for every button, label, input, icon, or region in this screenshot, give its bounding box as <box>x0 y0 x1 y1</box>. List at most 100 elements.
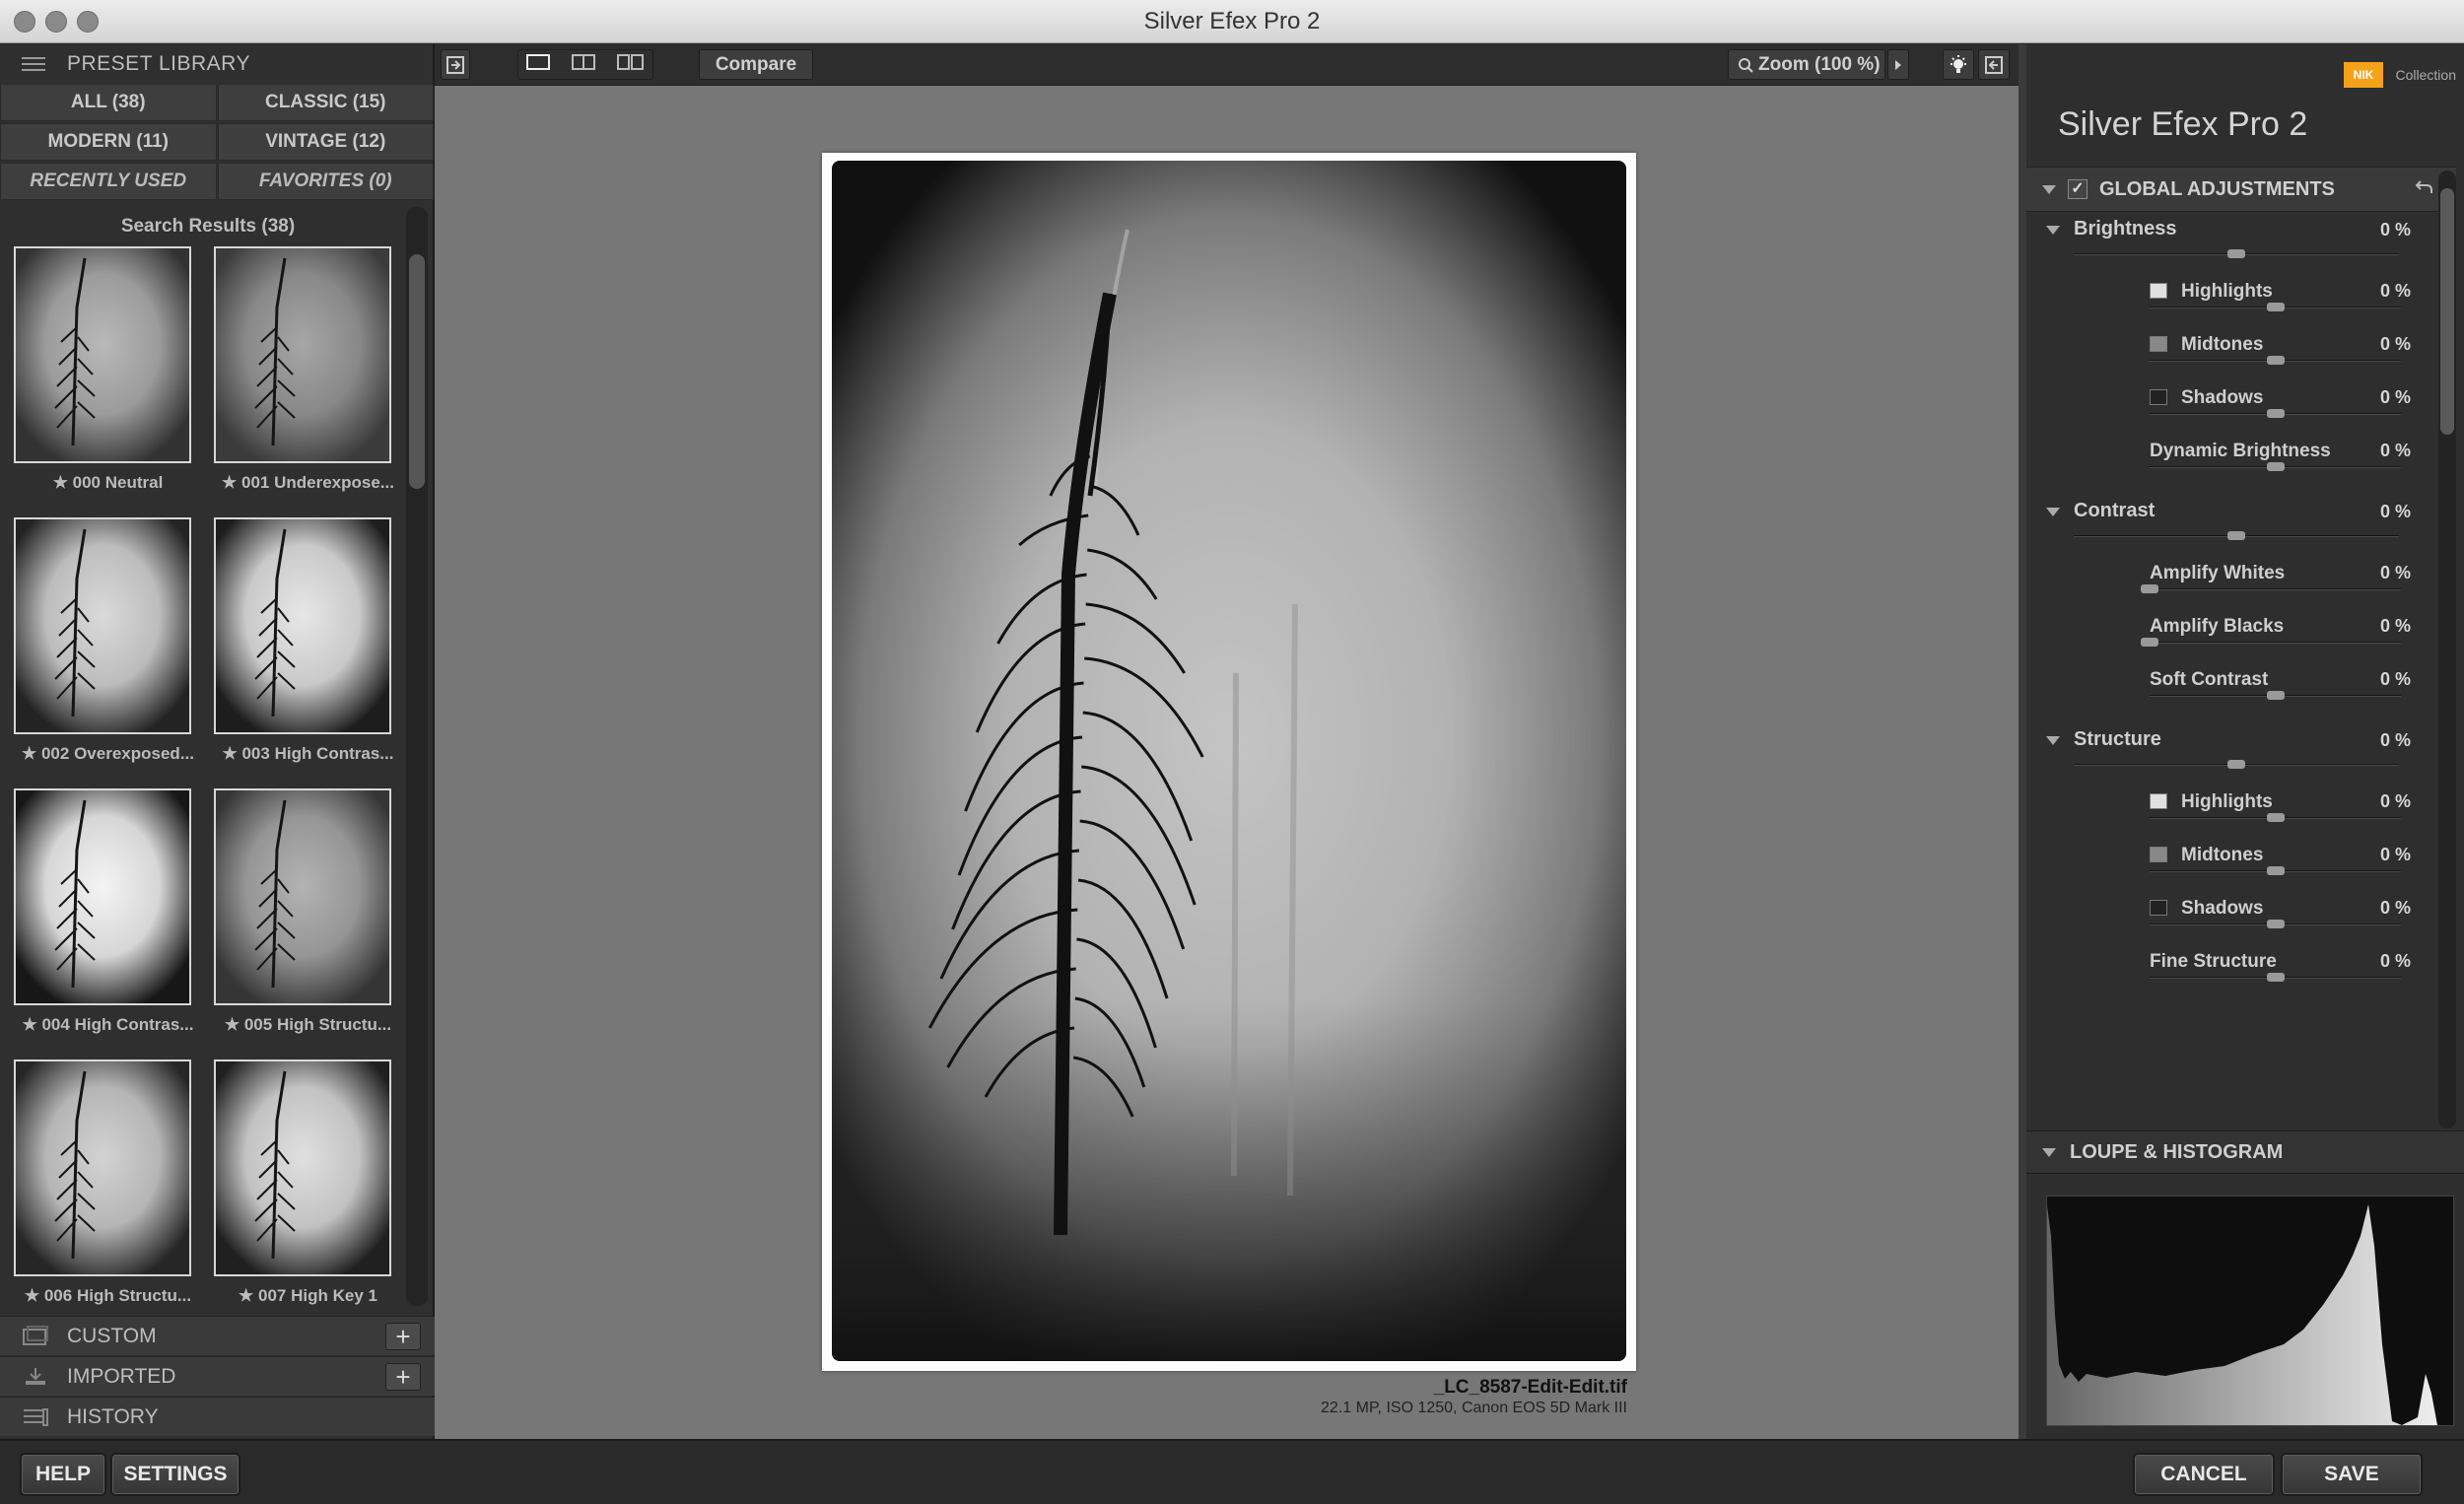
adjustment-brightness[interactable]: Brightness 0 % <box>2026 214 2456 275</box>
cancel-button[interactable]: CANCEL <box>2133 1453 2275 1496</box>
preset-library-header[interactable]: PRESET LIBRARY <box>0 44 435 84</box>
adjustment-slider-handle[interactable] <box>2227 760 2245 769</box>
preset-thumbnail[interactable]: ★ 005 High Structu... <box>208 788 408 1060</box>
adjustment-contrast[interactable]: Contrast 0 % <box>2026 496 2456 557</box>
adjustment-label: Highlights <box>2181 791 2273 812</box>
reset-icon[interactable] <box>2415 177 2434 203</box>
adjustment-slider-handle[interactable] <box>2227 249 2245 258</box>
tone-swatch-icon <box>2150 847 2167 862</box>
history-section[interactable]: HISTORY <box>0 1397 435 1436</box>
adjustment-amplify-blacks[interactable]: Amplify Blacks 0 % <box>2026 610 2456 663</box>
lightbulb-icon <box>1951 54 1966 73</box>
top-toolbar: Compare Zoom (100 %) <box>435 44 2019 86</box>
adjustment-structure[interactable]: Structure 0 % <box>2026 724 2456 786</box>
preview-photo[interactable] <box>822 153 1636 1371</box>
adjustment-slider-handle[interactable] <box>2141 584 2158 593</box>
loupe-histogram-header[interactable]: LOUPE & HISTOGRAM <box>2026 1130 2464 1174</box>
collapse-triangle-icon[interactable] <box>2046 226 2060 235</box>
preset-thumbnail[interactable]: ★ 002 Overexposed... <box>8 517 208 788</box>
adjustment-shadows[interactable]: Shadows 0 % <box>2026 892 2456 945</box>
adjustments-scrollbar-thumb[interactable] <box>2440 188 2454 435</box>
adjustment-shadows[interactable]: Shadows 0 % <box>2026 381 2456 435</box>
single-view-icon <box>526 53 550 70</box>
panel-toggle-icon <box>1985 55 2003 74</box>
preset-thumbnail[interactable]: ★ 007 High Key 1 <box>208 1060 408 1306</box>
preset-preview-image <box>214 517 391 734</box>
global-adjustments-header[interactable]: ✓ GLOBAL ADJUSTMENTS <box>2026 167 2456 212</box>
preset-scrollbar[interactable] <box>406 207 428 1306</box>
split-view-button[interactable] <box>572 53 595 76</box>
tone-swatch-icon <box>2150 336 2167 352</box>
preset-thumbnail[interactable]: ★ 000 Neutral <box>8 246 208 517</box>
adjustment-label: Soft Contrast <box>2150 669 2269 690</box>
adjustment-slider-handle[interactable] <box>2266 691 2285 700</box>
adjustment-slider-handle[interactable] <box>2266 462 2285 471</box>
window-title: Silver Efex Pro 2 <box>1143 8 1321 34</box>
adjustment-slider-track[interactable] <box>2150 588 2401 590</box>
adjustment-midtones[interactable]: Midtones 0 % <box>2026 839 2456 892</box>
adjustment-slider-track[interactable] <box>2150 642 2401 644</box>
filter-all[interactable]: ALL (38) <box>0 84 217 121</box>
collapse-triangle-icon[interactable] <box>2042 184 2056 194</box>
bottom-bar: HELP SETTINGS CANCEL SAVE <box>0 1439 2464 1504</box>
collapse-triangle-icon[interactable] <box>2046 508 2060 516</box>
adjustment-slider-handle[interactable] <box>2227 531 2245 540</box>
preset-thumbnail[interactable]: ★ 001 Underexpose... <box>208 246 408 517</box>
adjustment-highlights[interactable]: Highlights 0 % <box>2026 275 2456 328</box>
single-view-button[interactable] <box>526 53 550 76</box>
preset-thumbnail[interactable]: ★ 003 High Contras... <box>208 517 408 788</box>
add-imported-button[interactable]: + <box>385 1363 421 1391</box>
adjustment-midtones[interactable]: Midtones 0 % <box>2026 328 2456 381</box>
zoom-menu-button[interactable] <box>1887 49 1909 80</box>
imported-section-label: IMPORTED <box>67 1364 176 1388</box>
adjustment-slider-handle[interactable] <box>2266 813 2285 822</box>
preset-thumbnail[interactable]: ★ 004 High Contras... <box>8 788 208 1060</box>
adjustment-fine-structure[interactable]: Fine Structure 0 % <box>2026 945 2456 998</box>
filter-modern[interactable]: MODERN (11) <box>0 123 217 161</box>
adjustments-scrollbar[interactable] <box>2438 171 2456 1128</box>
adjustment-value: 0 % <box>2379 616 2411 636</box>
preset-scrollbar-thumb[interactable] <box>409 254 425 489</box>
adjustment-soft-contrast[interactable]: Soft Contrast 0 % <box>2026 663 2456 717</box>
custom-section[interactable]: CUSTOM + <box>0 1316 435 1355</box>
filter-favorites[interactable]: FAVORITES (0) <box>217 163 434 200</box>
histogram <box>2046 1196 2454 1426</box>
toggle-right-panel-button[interactable] <box>1978 49 2010 80</box>
settings-button[interactable]: SETTINGS <box>110 1453 240 1496</box>
adjustment-value: 0 % <box>2379 502 2411 521</box>
save-button[interactable]: SAVE <box>2281 1453 2423 1496</box>
help-button[interactable]: HELP <box>20 1453 106 1496</box>
filter-recently-used[interactable]: RECENTLY USED <box>0 163 217 200</box>
preset-label: ★ 006 High Structu... <box>24 1286 192 1305</box>
background-light-button[interactable] <box>1943 49 1974 80</box>
adjustment-slider-handle[interactable] <box>2266 920 2285 928</box>
adjustment-amplify-whites[interactable]: Amplify Whites 0 % <box>2026 557 2456 610</box>
collapse-triangle-icon[interactable] <box>2042 1147 2056 1157</box>
imported-section[interactable]: IMPORTED + <box>0 1356 435 1396</box>
adjustment-slider-handle[interactable] <box>2141 638 2158 647</box>
adjustment-slider-handle[interactable] <box>2266 409 2285 418</box>
add-custom-button[interactable]: + <box>385 1323 421 1350</box>
side-by-side-view-icon <box>617 53 644 70</box>
filter-classic[interactable]: CLASSIC (15) <box>217 84 434 121</box>
adjustment-label: Contrast <box>2074 500 2156 521</box>
image-canvas[interactable]: _LC_8587-Edit-Edit.tif 22.1 MP, ISO 1250… <box>435 86 2019 1439</box>
compare-button[interactable]: Compare <box>699 49 813 80</box>
toggle-left-panel-button[interactable] <box>441 49 470 80</box>
adjustment-slider-handle[interactable] <box>2266 356 2285 365</box>
adjustment-highlights[interactable]: Highlights 0 % <box>2026 786 2456 839</box>
product-version: 2 <box>2289 105 2308 143</box>
product-title: Silver Efex Pro 2 <box>2058 105 2307 144</box>
global-adjustments-checkbox[interactable]: ✓ <box>2068 179 2088 199</box>
adjustment-slider-handle[interactable] <box>2266 303 2285 311</box>
collapse-triangle-icon[interactable] <box>2046 736 2060 745</box>
adjustment-dynamic-brightness[interactable]: Dynamic Brightness 0 % <box>2026 435 2456 488</box>
zoom-control[interactable]: Zoom (100 %) <box>1728 49 1885 80</box>
preset-thumbnail[interactable]: ★ 006 High Structu... <box>8 1060 208 1306</box>
preset-label: ★ 002 Overexposed... <box>22 744 194 763</box>
filter-vintage[interactable]: VINTAGE (12) <box>217 123 434 161</box>
adjustment-label: Midtones <box>2181 334 2264 355</box>
adjustment-slider-handle[interactable] <box>2266 973 2285 982</box>
side-by-side-view-button[interactable] <box>617 53 645 76</box>
adjustment-slider-handle[interactable] <box>2266 866 2285 875</box>
